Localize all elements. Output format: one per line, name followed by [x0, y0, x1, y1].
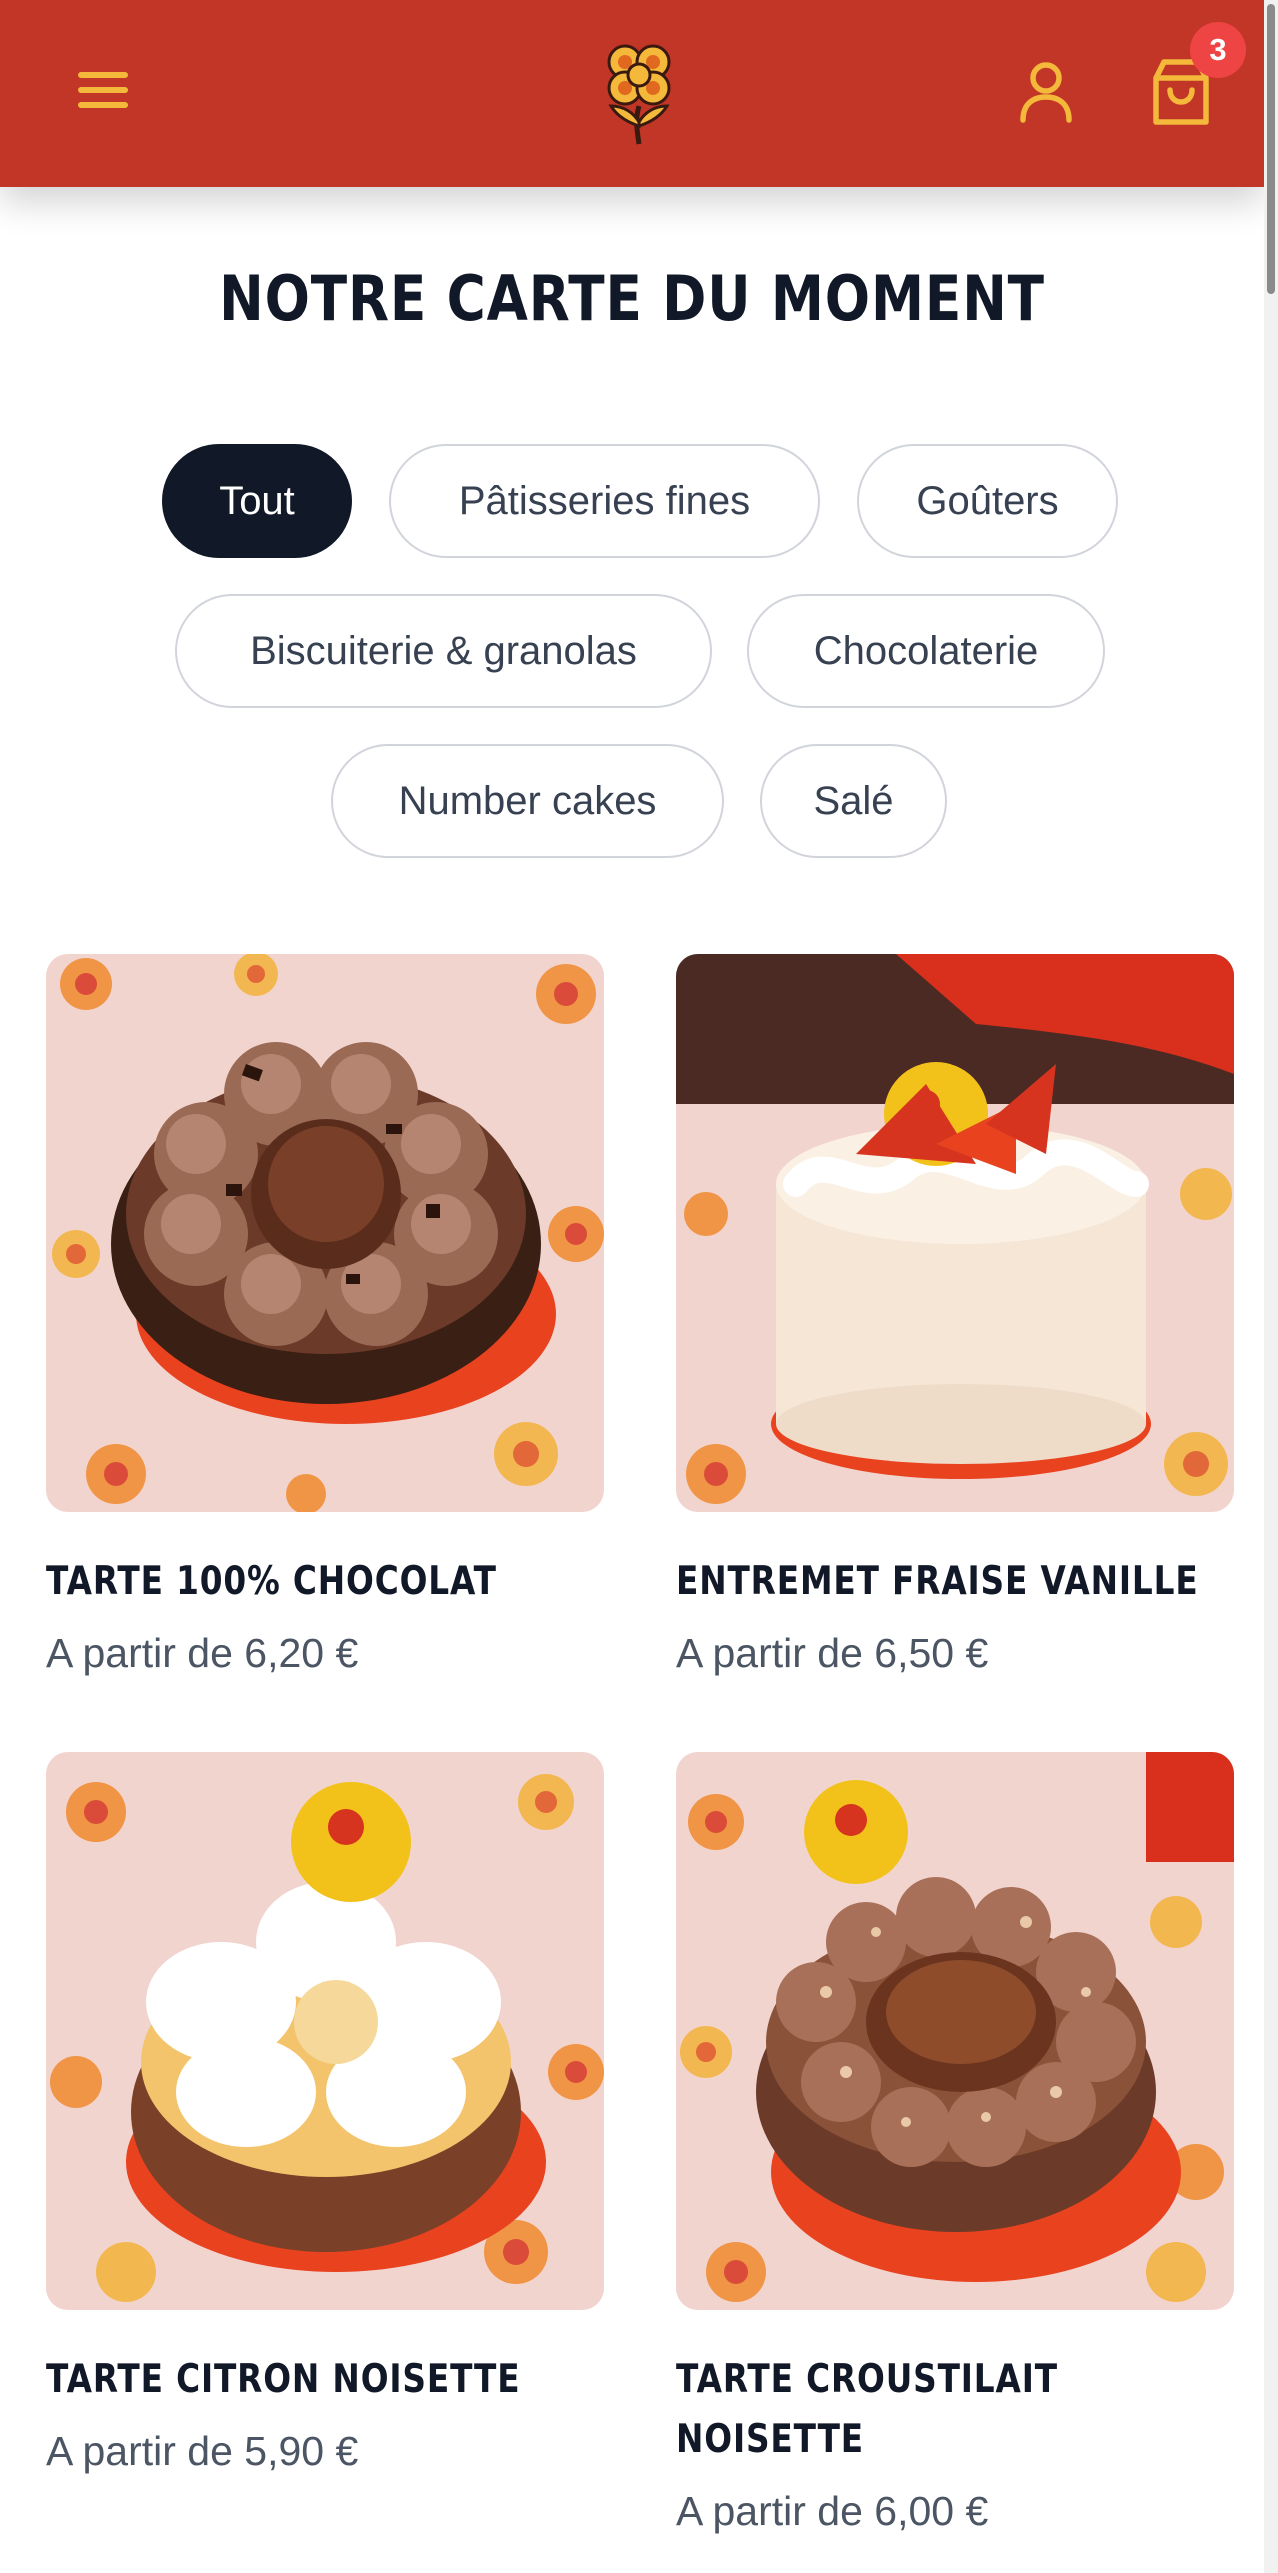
product-name[interactable]: TARTE CROUSTILAIT NOISETTE	[676, 2350, 1146, 2470]
page-title: NOTRE CARTE DU MOMENT	[219, 262, 1045, 335]
product-price: A partir de 6,00 €	[676, 2488, 989, 2534]
filter-chip-tout[interactable]: Tout	[162, 444, 352, 558]
filter-chip-biscuiterie-granolas[interactable]: Biscuiterie & granolas	[175, 594, 712, 708]
product-card[interactable]: ENTREMET FRAISE VANILLE A partir de 6,50…	[676, 954, 1234, 1680]
product-name[interactable]: ENTREMET FRAISE VANILLE	[676, 1552, 1230, 1612]
product-card[interactable]: TARTE CROUSTILAIT NOISETTE A partir de 6…	[676, 1752, 1234, 2538]
filter-chip-sale[interactable]: Salé	[760, 744, 947, 858]
menu-line	[78, 72, 128, 78]
filter-chip-patisseries-fines[interactable]: Pâtisseries fines	[389, 444, 820, 558]
product-image-tarte-chocolat[interactable]	[46, 954, 604, 1512]
product-name[interactable]: TARTE CITRON NOISETTE	[46, 2350, 600, 2410]
user-icon[interactable]	[1016, 58, 1076, 124]
product-card[interactable]: TARTE 100% CHOCOLAT A partir de 6,20 €	[46, 954, 604, 1680]
product-image-tarte-citron-noisette[interactable]	[46, 1752, 604, 2310]
product-price: A partir de 6,20 €	[46, 1630, 359, 1676]
filter-chip-number-cakes[interactable]: Number cakes	[331, 744, 724, 858]
menu-line	[78, 102, 128, 108]
cart-count-badge[interactable]: 3	[1190, 22, 1246, 78]
page-scrollbar[interactable]	[1264, 0, 1278, 2573]
filter-chip-chocolaterie[interactable]: Chocolaterie	[747, 594, 1105, 708]
flower-logo-icon[interactable]	[597, 40, 681, 146]
scrollbar-thumb[interactable]	[1267, 4, 1275, 294]
hamburger-menu-icon[interactable]	[72, 62, 136, 118]
product-image-tarte-croustilait-noisette[interactable]	[676, 1752, 1234, 2310]
product-card[interactable]: TARTE CITRON NOISETTE A partir de 5,90 €	[46, 1752, 604, 2478]
product-image-entremet-fraise-vanille[interactable]	[676, 954, 1234, 1512]
top-header	[0, 0, 1264, 187]
product-name[interactable]: TARTE 100% CHOCOLAT	[46, 1552, 600, 1612]
filter-chip-gouters[interactable]: Goûters	[857, 444, 1118, 558]
product-price: A partir de 5,90 €	[46, 2428, 359, 2474]
product-price: A partir de 6,50 €	[676, 1630, 989, 1676]
menu-line	[78, 87, 128, 93]
